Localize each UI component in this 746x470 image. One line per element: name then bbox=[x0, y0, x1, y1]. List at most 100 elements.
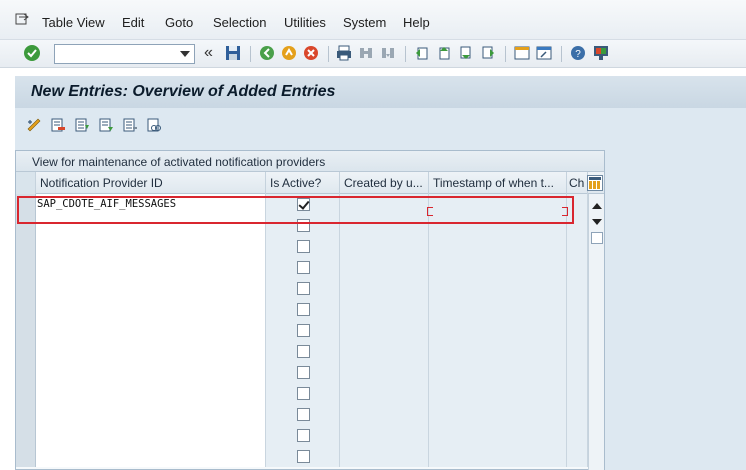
row-selector[interactable] bbox=[16, 299, 36, 320]
provider-id-cell[interactable] bbox=[36, 257, 266, 278]
back-icon[interactable] bbox=[258, 44, 276, 62]
is-active-checkbox[interactable] bbox=[297, 198, 310, 211]
scroll-up-icon[interactable] bbox=[591, 200, 603, 212]
vertical-scrollbar[interactable] bbox=[588, 194, 604, 470]
shortcut-icon[interactable] bbox=[535, 44, 553, 62]
command-input[interactable] bbox=[55, 45, 175, 63]
help-icon[interactable]: ? bbox=[569, 44, 587, 62]
provider-id-cell[interactable] bbox=[36, 236, 266, 257]
provider-id-cell[interactable] bbox=[36, 404, 266, 425]
provider-id-cell[interactable] bbox=[36, 341, 266, 362]
menu-utilities[interactable]: Utilities bbox=[284, 15, 326, 30]
provider-id-cell[interactable] bbox=[36, 425, 266, 446]
changed-cell bbox=[567, 299, 588, 320]
select-all-rows-button[interactable] bbox=[16, 172, 36, 194]
timestamp-cell bbox=[429, 299, 567, 320]
cancel-icon[interactable] bbox=[302, 44, 320, 62]
is-active-checkbox[interactable] bbox=[297, 303, 310, 316]
created-by-cell bbox=[340, 215, 429, 236]
provider-id-cell[interactable] bbox=[36, 362, 266, 383]
menu-bar: Table View Edit Goto Selection Utilities… bbox=[0, 0, 746, 40]
menu-selection[interactable]: Selection bbox=[213, 15, 266, 30]
column-header-timestamp[interactable]: Timestamp of when t... bbox=[429, 172, 567, 194]
menu-help[interactable]: Help bbox=[403, 15, 430, 30]
row-selector[interactable] bbox=[16, 257, 36, 278]
provider-id-cell[interactable] bbox=[36, 215, 266, 236]
table-settings-icon[interactable] bbox=[587, 175, 603, 191]
provider-id-cell[interactable] bbox=[36, 320, 266, 341]
row-selector[interactable] bbox=[16, 425, 36, 446]
is-active-checkbox[interactable] bbox=[297, 324, 310, 337]
row-selector[interactable] bbox=[16, 341, 36, 362]
first-page-icon[interactable] bbox=[413, 44, 431, 62]
row-selector[interactable] bbox=[16, 383, 36, 404]
row-selector[interactable] bbox=[16, 320, 36, 341]
row-selector[interactable] bbox=[16, 446, 36, 467]
row-selector[interactable] bbox=[16, 194, 36, 215]
is-active-checkbox[interactable] bbox=[297, 366, 310, 379]
provider-id-cell[interactable] bbox=[36, 446, 266, 467]
created-by-cell bbox=[340, 236, 429, 257]
row-selector[interactable] bbox=[16, 404, 36, 425]
provider-id-cell[interactable]: SAP_CDOTE_AIF_MESSAGES bbox=[36, 194, 266, 215]
select-all-icon[interactable] bbox=[74, 117, 90, 133]
toolbar-separator bbox=[250, 46, 251, 62]
save-icon[interactable] bbox=[224, 44, 242, 62]
column-header-changed[interactable]: Ch bbox=[567, 172, 588, 194]
is-active-checkbox[interactable] bbox=[297, 345, 310, 358]
menu-system[interactable]: System bbox=[343, 15, 386, 30]
find-next-icon[interactable] bbox=[379, 44, 397, 62]
table-row bbox=[16, 362, 588, 383]
toolbar-separator bbox=[328, 46, 329, 62]
change-display-icon[interactable] bbox=[26, 117, 42, 133]
exit-icon[interactable] bbox=[280, 44, 298, 62]
is-active-checkbox[interactable] bbox=[297, 450, 310, 463]
select-block-icon[interactable] bbox=[98, 117, 114, 133]
created-by-cell bbox=[340, 257, 429, 278]
menu-table-view[interactable]: Table View bbox=[42, 15, 105, 30]
scrollbar-thumb[interactable] bbox=[591, 232, 603, 244]
provider-id-cell[interactable] bbox=[36, 278, 266, 299]
row-selector[interactable] bbox=[16, 362, 36, 383]
row-selector[interactable] bbox=[16, 215, 36, 236]
scroll-down-icon[interactable] bbox=[591, 216, 603, 228]
menu-goto[interactable]: Goto bbox=[165, 15, 193, 30]
next-page-icon[interactable] bbox=[457, 44, 475, 62]
delete-row-icon[interactable] bbox=[50, 117, 66, 133]
previous-page-icon[interactable] bbox=[435, 44, 453, 62]
customize-layout-icon[interactable] bbox=[592, 44, 610, 62]
is-active-checkbox[interactable] bbox=[297, 261, 310, 274]
chevron-down-icon[interactable] bbox=[177, 46, 193, 62]
row-selector[interactable] bbox=[16, 278, 36, 299]
menu-system-icon[interactable] bbox=[15, 12, 29, 26]
print-icon[interactable] bbox=[335, 44, 353, 62]
toolbar-collapse-chevron[interactable]: « bbox=[204, 44, 213, 62]
column-header-created-by[interactable]: Created by u... bbox=[340, 172, 429, 194]
is-active-checkbox[interactable] bbox=[297, 240, 310, 253]
print-view-icon[interactable] bbox=[146, 117, 162, 133]
create-session-icon[interactable] bbox=[513, 44, 531, 62]
application-area: View for maintenance of activated notifi… bbox=[15, 108, 746, 470]
command-field[interactable] bbox=[54, 44, 195, 64]
is-active-checkbox[interactable] bbox=[297, 219, 310, 232]
timestamp-cell bbox=[429, 257, 567, 278]
table-row bbox=[16, 341, 588, 362]
provider-id-cell[interactable] bbox=[36, 299, 266, 320]
svg-text:?: ? bbox=[575, 49, 581, 60]
is-active-checkbox[interactable] bbox=[297, 429, 310, 442]
row-selector[interactable] bbox=[16, 236, 36, 257]
last-page-icon[interactable] bbox=[479, 44, 497, 62]
timestamp-cell bbox=[429, 425, 567, 446]
column-header-is-active[interactable]: Is Active? bbox=[266, 172, 340, 194]
enter-check-icon[interactable] bbox=[23, 44, 41, 62]
is-active-checkbox[interactable] bbox=[297, 387, 310, 400]
column-header-provider-id[interactable]: Notification Provider ID bbox=[36, 172, 266, 194]
changed-cell bbox=[567, 320, 588, 341]
find-icon[interactable] bbox=[357, 44, 375, 62]
changed-cell bbox=[567, 194, 588, 215]
provider-id-cell[interactable] bbox=[36, 383, 266, 404]
is-active-checkbox[interactable] bbox=[297, 408, 310, 421]
deselect-all-icon[interactable] bbox=[122, 117, 138, 133]
menu-edit[interactable]: Edit bbox=[122, 15, 144, 30]
is-active-checkbox[interactable] bbox=[297, 282, 310, 295]
